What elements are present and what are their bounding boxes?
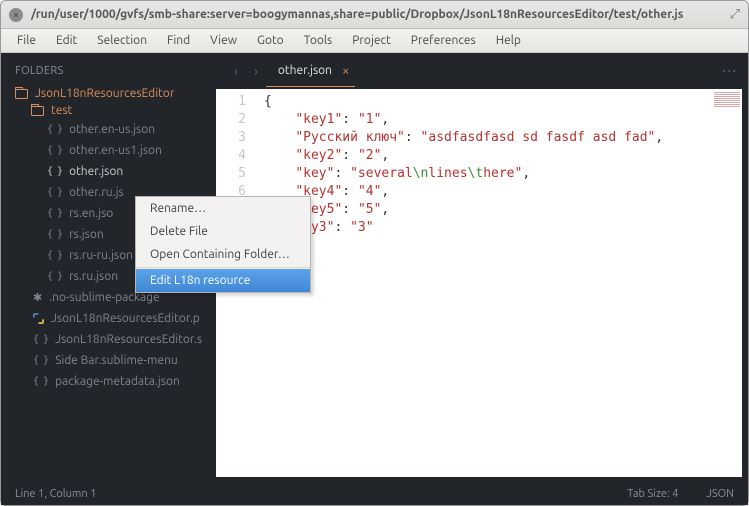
file-JsonL18nResourcesEditor-s[interactable]: { } JsonL18nResourcesEditor.s — [1, 329, 216, 350]
file-label: JsonL18nResourcesEditor.s — [55, 333, 202, 346]
file-Side-Bar-sublime-menu[interactable]: { } Side Bar.sublime-menu — [1, 350, 216, 371]
status-bar: Line 1, Column 1 Tab Size: 4 JSON — [1, 483, 748, 505]
python-icon — [33, 313, 44, 324]
star-icon: ✱ — [33, 291, 42, 304]
sidebar-header: FOLDERS — [1, 63, 216, 85]
json-icon: { } — [47, 124, 62, 135]
file-other-en-us-json[interactable]: { } other.en-us.json — [1, 119, 216, 140]
tab-label: other.json — [278, 64, 332, 77]
menu-project[interactable]: Project — [342, 31, 401, 50]
tab-other-json[interactable]: other.json × — [266, 56, 356, 87]
folder-root[interactable]: JsonL18nResourcesEditor — [1, 85, 216, 102]
menu-edit[interactable]: Edit — [46, 31, 87, 50]
file-other-en-us1-json[interactable]: { } other.en-us1.json — [1, 140, 216, 161]
folder-label: test — [51, 104, 72, 117]
file-other-json[interactable]: { } other.json — [1, 161, 216, 182]
file-label: other.en-us1.json — [69, 144, 162, 157]
file-package-metadata-json[interactable]: { } package-metadata.json — [1, 371, 216, 392]
json-icon: { } — [47, 145, 62, 156]
folder-icon — [31, 106, 44, 116]
menu-help[interactable]: Help — [486, 31, 531, 50]
json-icon: { } — [47, 187, 62, 198]
context-open-folder[interactable]: Open Containing Folder… — [136, 243, 310, 266]
file-label: rs.ru-ru.json — [69, 249, 133, 262]
menu-view[interactable]: View — [200, 31, 247, 50]
file-label: other.en-us.json — [69, 123, 155, 136]
menu-file[interactable]: File — [7, 31, 46, 50]
json-icon: { } — [33, 334, 48, 345]
context-rename[interactable]: Rename… — [136, 197, 310, 220]
menu-selection[interactable]: Selection — [87, 31, 157, 50]
json-icon: { } — [47, 271, 62, 282]
status-tab-size[interactable]: Tab Size: 4 — [627, 488, 678, 500]
context-menu: Rename… Delete File Open Containing Fold… — [135, 196, 311, 293]
json-icon: { } — [47, 229, 62, 240]
file-label: Side Bar.sublime-menu — [55, 354, 178, 367]
file-label: other.json — [69, 165, 123, 178]
nav-forward-icon[interactable]: › — [246, 63, 266, 79]
status-position: Line 1, Column 1 — [15, 488, 96, 500]
file-label: rs.json — [69, 228, 104, 241]
code-content[interactable]: { "key1": "1", "Русский ключ": "asdfasdf… — [256, 89, 742, 477]
tab-bar: ‹ › other.json × ⋮ — [216, 53, 748, 89]
nav-back-icon[interactable]: ‹ — [226, 63, 246, 79]
file-label: package-metadata.json — [55, 375, 180, 388]
context-edit-l18n[interactable]: Edit L18n resource — [136, 269, 310, 292]
folder-test[interactable]: test — [1, 102, 216, 119]
minimap[interactable] — [714, 91, 740, 141]
window-titlebar: × /run/user/1000/gvfs/smb-share:server=b… — [1, 1, 748, 29]
close-icon[interactable]: × — [9, 8, 23, 22]
context-separator — [136, 267, 310, 268]
menu-preferences[interactable]: Preferences — [401, 31, 486, 50]
menu-bar: File Edit Selection Find View Goto Tools… — [1, 29, 748, 53]
file-JsonL18nResourcesEditor-p[interactable]: JsonL18nResourcesEditor.p — [1, 308, 216, 329]
json-icon: { } — [33, 376, 48, 387]
status-syntax[interactable]: JSON — [706, 488, 734, 500]
maximize-icon[interactable]: ⤢ — [724, 7, 740, 22]
file-label: JsonL18nResourcesEditor.p — [51, 312, 200, 325]
more-icon[interactable]: ⋮ — [722, 64, 738, 79]
menu-find[interactable]: Find — [157, 31, 200, 50]
window-title: /run/user/1000/gvfs/smb-share:server=boo… — [31, 8, 724, 21]
tab-close-icon[interactable]: × — [342, 64, 349, 78]
menu-goto[interactable]: Goto — [247, 31, 294, 50]
json-icon: { } — [33, 355, 48, 366]
json-icon: { } — [47, 208, 62, 219]
json-icon: { } — [47, 250, 62, 261]
folder-icon — [15, 89, 28, 99]
context-delete[interactable]: Delete File — [136, 220, 310, 243]
json-icon: { } — [47, 166, 62, 177]
file-label: other.ru.js — [69, 186, 124, 199]
file-label: rs.en.jso — [69, 207, 113, 220]
menu-tools[interactable]: Tools — [294, 31, 343, 50]
file-label: rs.ru.json — [69, 270, 118, 283]
folder-label: JsonL18nResourcesEditor — [35, 87, 174, 100]
